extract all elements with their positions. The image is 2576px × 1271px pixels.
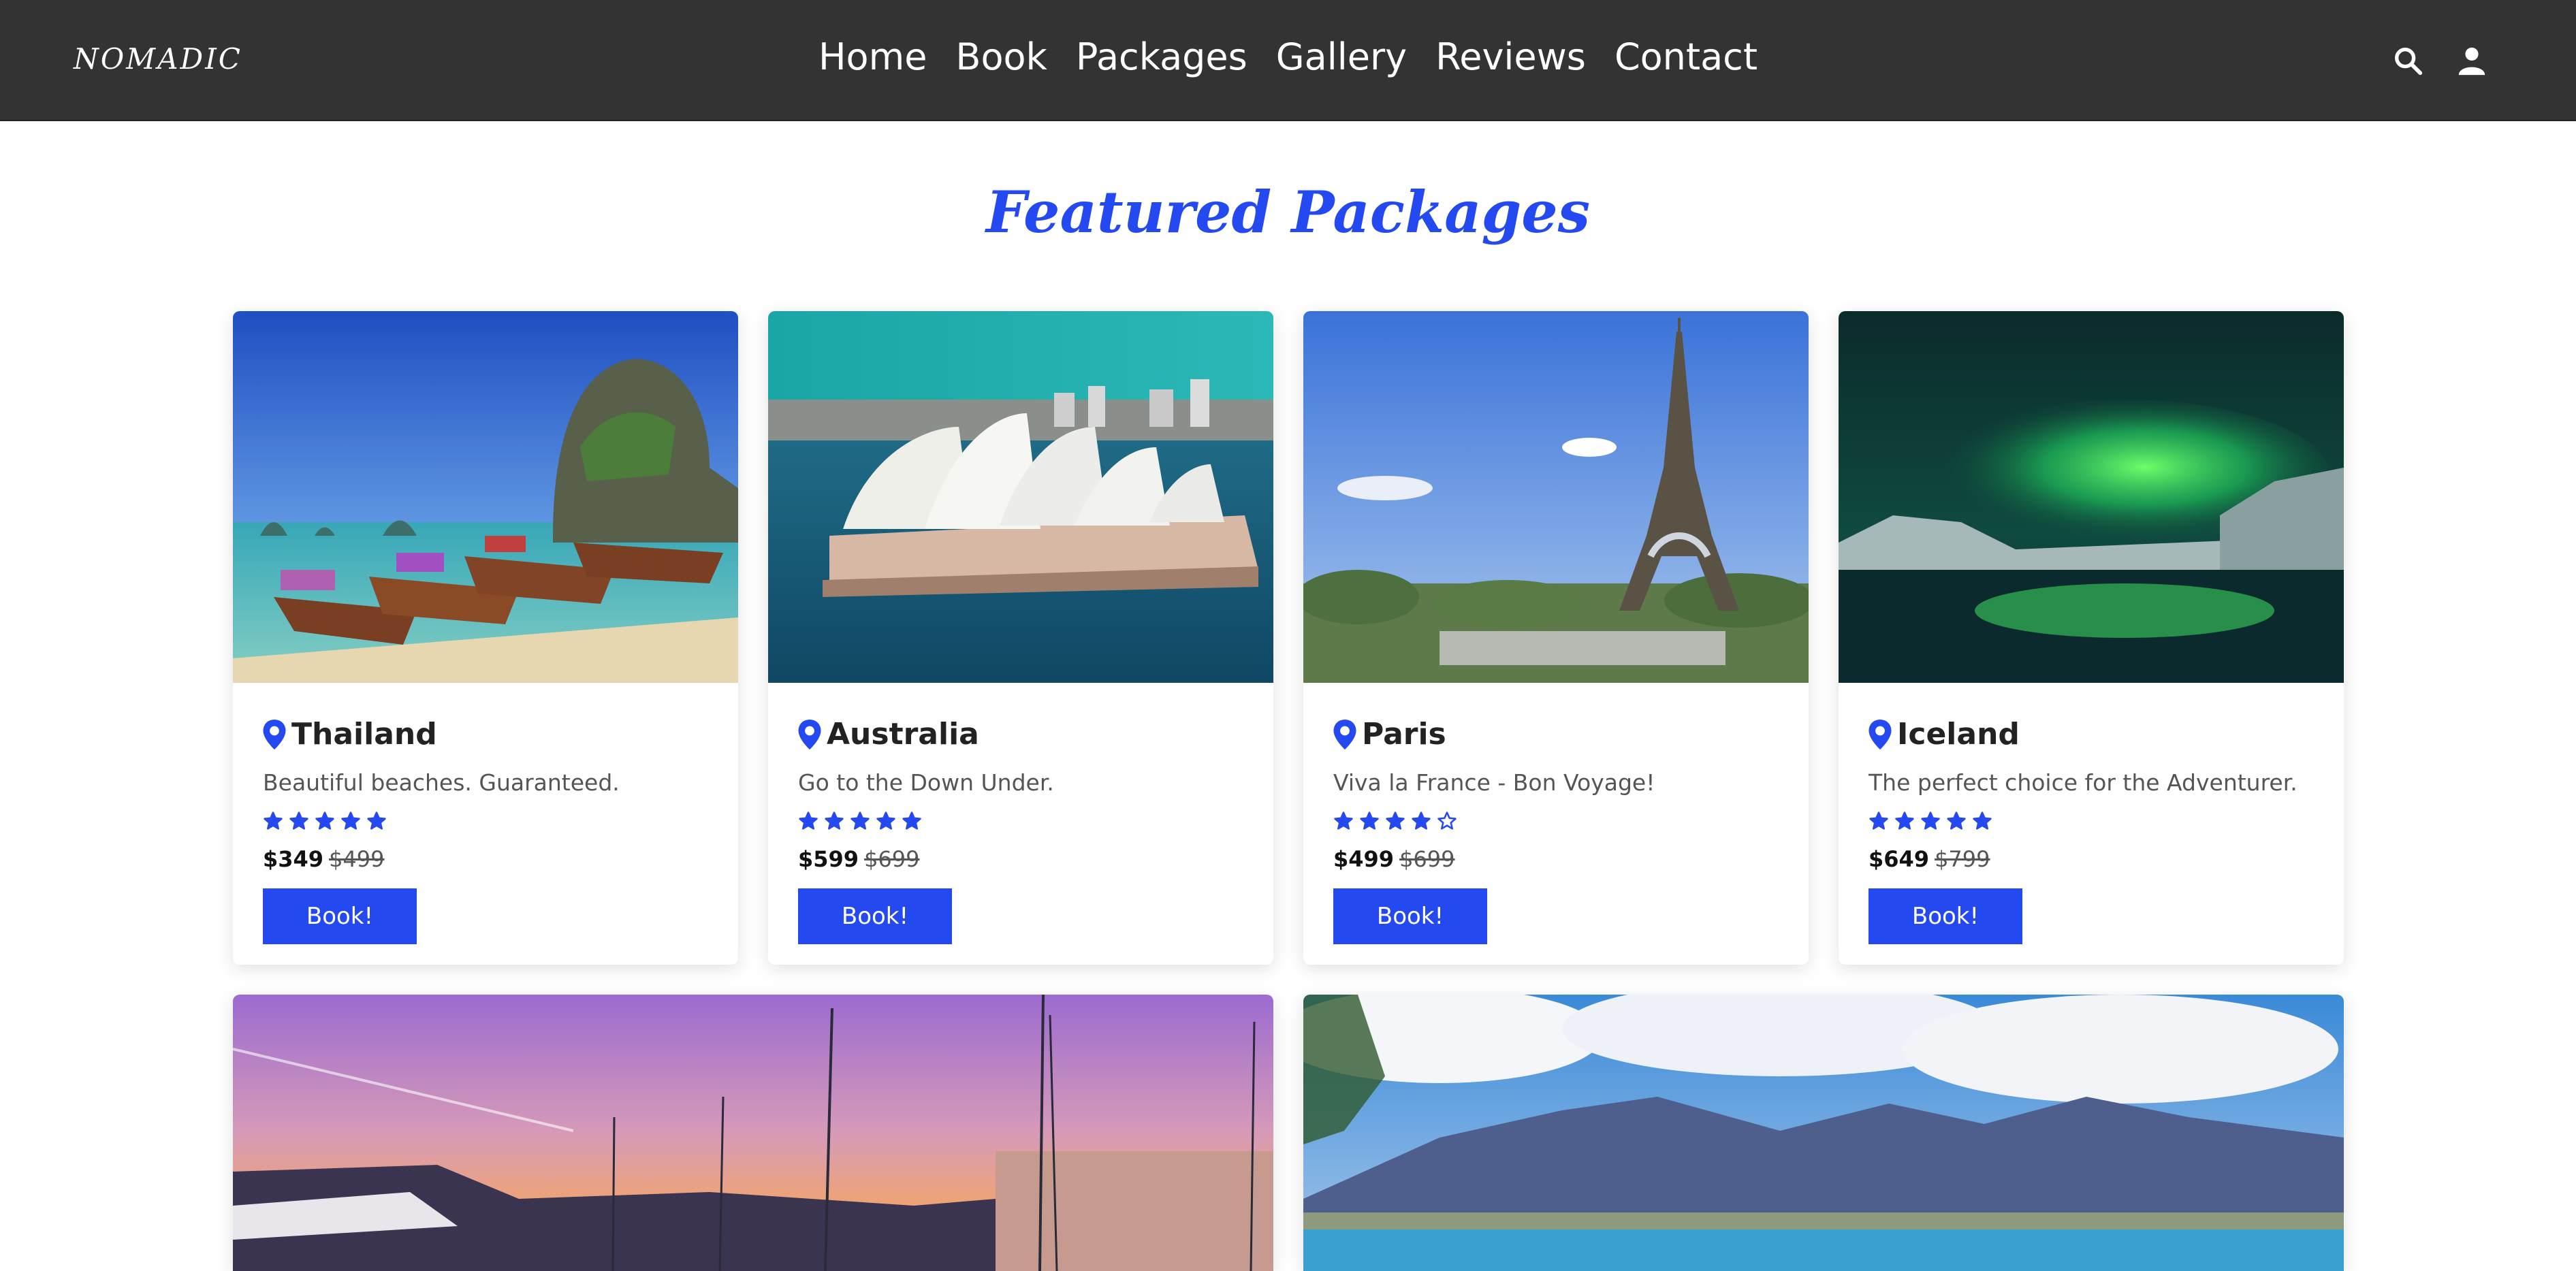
star-filled-icon <box>263 811 283 831</box>
search-icon[interactable] <box>2392 45 2423 76</box>
package-description: The perfect choice for the Adventurer. <box>1869 769 2297 796</box>
package-card-australia: Australia Go to the Down Under. $599 $699… <box>768 311 1273 965</box>
card-body: Thailand Beautiful beaches. Guaranteed. … <box>263 717 718 944</box>
star-filled-icon <box>315 811 335 831</box>
current-price: $599 <box>798 846 859 872</box>
star-filled-icon <box>1946 811 1967 831</box>
marina-photo <box>233 995 1273 1271</box>
book-button[interactable]: Book! <box>798 888 952 944</box>
star-filled-icon <box>1972 811 1992 831</box>
destination-name: Thailand <box>291 717 437 752</box>
price: $349 $499 <box>263 846 718 872</box>
destination: Paris <box>1333 717 1788 752</box>
nav-link-book[interactable]: Book <box>955 35 1047 78</box>
destination-name: Iceland <box>1897 717 2020 752</box>
book-button[interactable]: Book! <box>1333 888 1487 944</box>
star-filled-icon <box>1359 811 1380 831</box>
star-filled-icon <box>902 811 922 831</box>
star-rating <box>1869 811 2323 831</box>
nav-links: Home Book Packages Gallery Reviews Conta… <box>0 35 2576 78</box>
book-button[interactable]: Book! <box>263 888 417 944</box>
section-title: Featured Packages <box>985 178 1591 246</box>
star-filled-icon <box>289 811 309 831</box>
star-filled-icon <box>340 811 361 831</box>
destination: Thailand <box>263 717 718 752</box>
map-pin-icon <box>1333 719 1356 750</box>
paris-photo <box>1303 311 1809 683</box>
iceland-photo <box>1839 311 2344 683</box>
star-filled-icon <box>366 811 387 831</box>
package-card-thailand: Thailand Beautiful beaches. Guaranteed. … <box>233 311 738 965</box>
destination: Iceland <box>1869 717 2323 752</box>
nav-link-home[interactable]: Home <box>818 35 927 78</box>
star-filled-icon <box>824 811 844 831</box>
package-card-mountains <box>1303 995 2344 1271</box>
card-body: Iceland The perfect choice for the Adven… <box>1869 717 2323 944</box>
australia-photo <box>768 311 1273 683</box>
destination-name: Paris <box>1362 717 1446 752</box>
original-price: $499 <box>329 846 385 872</box>
star-filled-icon <box>1411 811 1431 831</box>
star-filled-icon <box>850 811 870 831</box>
user-icon[interactable] <box>2456 45 2487 76</box>
original-price: $699 <box>864 846 920 872</box>
nav-link-gallery[interactable]: Gallery <box>1276 35 1407 78</box>
star-filled-icon <box>1333 811 1354 831</box>
card-body: Australia Go to the Down Under. $599 $699… <box>798 717 1253 944</box>
star-filled-icon <box>1385 811 1405 831</box>
package-description: Viva la France - Bon Voyage! <box>1333 769 1655 796</box>
current-price: $649 <box>1869 846 1930 872</box>
star-empty-icon <box>1437 811 1457 831</box>
original-price: $799 <box>1935 846 1990 872</box>
book-button[interactable]: Book! <box>1869 888 2022 944</box>
current-price: $499 <box>1333 846 1395 872</box>
star-rating <box>263 811 718 831</box>
destination-name: Australia <box>827 717 979 752</box>
map-pin-icon <box>798 719 821 750</box>
star-filled-icon <box>1894 811 1915 831</box>
price: $499 $699 <box>1333 846 1788 872</box>
package-card-paris: Paris Viva la France - Bon Voyage! $499 $… <box>1303 311 1809 965</box>
price: $649 $799 <box>1869 846 2323 872</box>
map-pin-icon <box>1869 719 1892 750</box>
mountains-photo <box>1303 995 2344 1271</box>
nav-link-packages[interactable]: Packages <box>1076 35 1247 78</box>
star-filled-icon <box>876 811 896 831</box>
star-filled-icon <box>1920 811 1941 831</box>
nav-icons <box>2392 45 2487 76</box>
nav-link-contact[interactable]: Contact <box>1615 35 1758 78</box>
current-price: $349 <box>263 846 324 872</box>
star-rating <box>798 811 1253 831</box>
package-description: Beautiful beaches. Guaranteed. <box>263 769 620 796</box>
map-pin-icon <box>263 719 286 750</box>
star-filled-icon <box>798 811 818 831</box>
original-price: $699 <box>1399 846 1455 872</box>
star-rating <box>1333 811 1788 831</box>
star-filled-icon <box>1869 811 1889 831</box>
card-body: Paris Viva la France - Bon Voyage! $499 $… <box>1333 717 1788 944</box>
destination: Australia <box>798 717 1253 752</box>
navbar: NOMADIC Home Book Packages Gallery Revie… <box>0 0 2576 121</box>
package-description: Go to the Down Under. <box>798 769 1054 796</box>
nav-link-reviews[interactable]: Reviews <box>1435 35 1586 78</box>
price: $599 $699 <box>798 846 1253 872</box>
package-card-iceland: Iceland The perfect choice for the Adven… <box>1839 311 2344 965</box>
package-card-marina <box>233 995 1273 1271</box>
thailand-photo <box>233 311 738 683</box>
